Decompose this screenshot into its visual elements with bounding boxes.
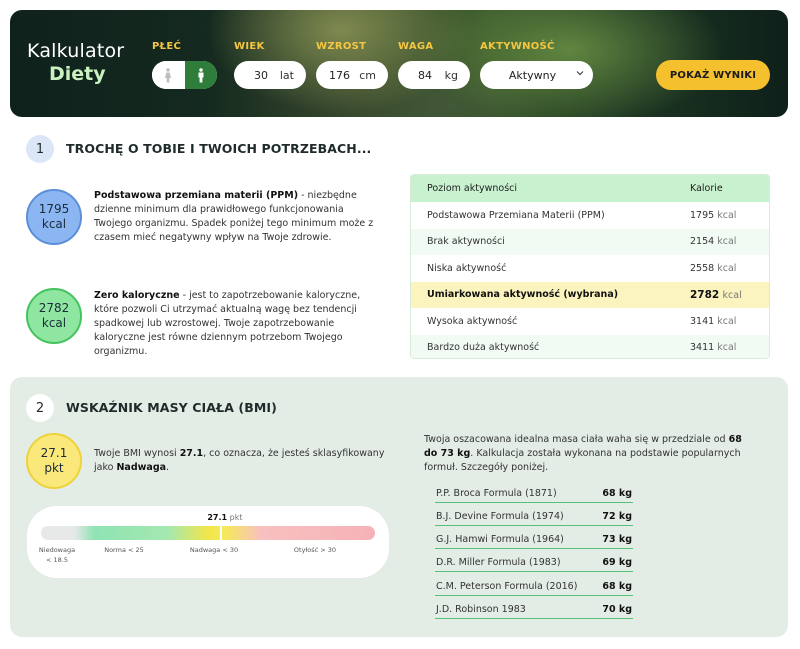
ppm-value: 1795 bbox=[38, 202, 70, 216]
age-input[interactable]: 30 lat bbox=[234, 61, 306, 89]
formula-name: D.R. Miller Formula (1983) bbox=[436, 557, 561, 568]
table-cell-value: 3411 kcal bbox=[690, 342, 737, 354]
show-results-button[interactable]: POKAŻ WYNIKI bbox=[656, 60, 770, 90]
weight-input[interactable]: 84 kg bbox=[398, 61, 470, 89]
formula-row: D.R. Miller Formula (1983) 69 kg bbox=[435, 551, 633, 572]
scale-label-overweight: Nadwaga < 30 bbox=[189, 546, 239, 554]
bmi-classification: Nadwaga bbox=[116, 462, 167, 473]
ideal-weight-description: Twoja oszacowana idealna masa ciała waha… bbox=[424, 434, 742, 473]
zero-calorie-term: Zero kaloryczne bbox=[94, 290, 180, 301]
formula-name: P.P. Broca Formula (1871) bbox=[436, 488, 557, 499]
formula-row: C.M. Peterson Formula (2016) 68 kg bbox=[435, 575, 633, 596]
formula-name: J.D. Robinson 1983 bbox=[436, 604, 526, 615]
zero-calorie-unit: kcal bbox=[41, 316, 67, 330]
formula-name: G.J. Hamwi Formula (1964) bbox=[436, 534, 564, 545]
ppm-description: Podstawowa przemiana materii (PPM) - nie… bbox=[94, 189, 384, 245]
bmi-scale-marker-label: 27.1 pkt bbox=[207, 513, 243, 522]
height-input[interactable]: 176 cm bbox=[316, 61, 388, 89]
bmi-scale-marker bbox=[220, 524, 223, 542]
table-cell-value: 2782 kcal bbox=[690, 288, 742, 301]
table-header-activity: Poziom aktywności bbox=[427, 183, 517, 194]
table-cell-label: Podstawowa Przemiana Materii (PPM) bbox=[427, 209, 605, 221]
table-row: Niska aktywność 2558 kcal bbox=[411, 255, 769, 282]
height-label: WZROST bbox=[316, 41, 367, 52]
table-cell-value: 3141 kcal bbox=[690, 315, 737, 327]
formula-value: 68 kg bbox=[602, 581, 632, 592]
formula-value: 68 kg bbox=[602, 488, 632, 499]
formula-value: 72 kg bbox=[602, 511, 632, 522]
table-row: Wysoka aktywność 3141 kcal bbox=[411, 308, 769, 335]
weight-unit: kg bbox=[444, 68, 458, 82]
female-icon bbox=[165, 67, 172, 82]
age-value: 30 bbox=[254, 68, 268, 82]
chevron-down-icon bbox=[576, 69, 584, 80]
ppm-unit: kcal bbox=[41, 217, 67, 231]
scale-label-underweight: Niedowaga < 18.5 bbox=[38, 546, 76, 564]
table-row: Bardzo duża aktywność 3411 kcal bbox=[411, 334, 769, 358]
formula-row: G.J. Hamwi Formula (1964) 73 kg bbox=[435, 528, 633, 549]
table-cell-label: Niska aktywność bbox=[427, 262, 507, 274]
bmi-scale-bar bbox=[41, 526, 375, 540]
table-row-selected: Umiarkowana aktywność (wybrana) 2782 kca… bbox=[411, 281, 769, 308]
scale-label-normal: Norma < 25 bbox=[104, 546, 144, 554]
weight-value: 84 bbox=[418, 68, 432, 82]
table-cell-value: 2558 kcal bbox=[690, 262, 737, 274]
formula-value: 69 kg bbox=[602, 557, 632, 568]
ppm-term: Podstawowa przemiana materii (PPM) bbox=[94, 190, 299, 201]
step-badge-2: 2 bbox=[26, 394, 54, 422]
gender-female-button[interactable] bbox=[152, 61, 185, 89]
table-cell-label: Wysoka aktywność bbox=[427, 315, 518, 327]
bmi-value: 27.1 bbox=[40, 446, 68, 460]
weight-label: WAGA bbox=[398, 41, 434, 52]
ppm-circle: 1795 kcal bbox=[26, 189, 82, 245]
height-value: 176 bbox=[329, 68, 350, 82]
table-row: Brak aktywności 2154 kcal bbox=[411, 228, 769, 255]
logo-line-1: Kalkulator bbox=[27, 40, 125, 62]
scale-label-obesity: Otyłość > 30 bbox=[293, 546, 337, 554]
activity-selected-value: Aktywny bbox=[508, 68, 557, 82]
bmi-description: Twoje BMI wynosi 27.1, co oznacza, że je… bbox=[94, 448, 385, 473]
gender-male-button[interactable] bbox=[184, 61, 217, 89]
bmi-circle: 27.1 pkt bbox=[26, 433, 82, 489]
gender-toggle bbox=[152, 61, 217, 89]
logo-line-2: Diety bbox=[49, 63, 106, 85]
table-header-calories: Kalorie bbox=[690, 183, 723, 194]
table-row: Podstawowa Przemiana Materii (PPM) 1795 … bbox=[411, 202, 769, 229]
formula-value: 73 kg bbox=[602, 534, 632, 545]
zero-calorie-value: 2782 bbox=[38, 301, 70, 315]
age-unit: lat bbox=[279, 68, 294, 82]
table-cell-value: 1795 kcal bbox=[690, 209, 737, 221]
formula-row: J.D. Robinson 1983 70 kg bbox=[435, 598, 633, 619]
formula-name: C.M. Peterson Formula (2016) bbox=[436, 581, 578, 592]
table-cell-value: 2154 kcal bbox=[690, 236, 737, 248]
section-2-title: WSKAŹNIK MASY CIAŁA (BMI) bbox=[66, 400, 277, 415]
formula-name: B.J. Devine Formula (1974) bbox=[436, 511, 564, 522]
formula-value: 70 kg bbox=[602, 604, 632, 615]
bmi-unit: pkt bbox=[44, 461, 64, 475]
formula-row: B.J. Devine Formula (1974) 72 kg bbox=[435, 505, 633, 526]
male-icon bbox=[198, 67, 204, 82]
height-unit: cm bbox=[359, 68, 376, 82]
logo: Kalkulator Diety bbox=[27, 40, 124, 86]
activity-label: AKTYWNOŚĆ bbox=[480, 41, 555, 52]
step-badge-1: 1 bbox=[26, 135, 54, 163]
calculator-header: Kalkulator Diety PŁEĆ WIEK WZROST WAGA A… bbox=[10, 10, 788, 117]
activity-calorie-table: Poziom aktywności Kalorie Podstawowa Prz… bbox=[410, 174, 770, 359]
section-1-title: TROCHĘ O TOBIE I TWOICH POTRZEBACH... bbox=[66, 141, 372, 156]
zero-calorie-description: Zero kaloryczne - jest to zapotrzebowani… bbox=[94, 289, 384, 359]
table-cell-label: Bardzo duża aktywność bbox=[427, 342, 540, 354]
table-header-row: Poziom aktywności Kalorie bbox=[411, 175, 769, 202]
gender-label: PŁEĆ bbox=[152, 41, 182, 52]
zero-calorie-circle: 2782 kcal bbox=[26, 288, 82, 344]
bmi-scale: 27.1 pkt Niedowaga < 18.5 Norma < 25 Nad… bbox=[27, 506, 389, 578]
table-cell-label: Umiarkowana aktywność (wybrana) bbox=[427, 289, 619, 301]
table-cell-label: Brak aktywności bbox=[427, 236, 505, 248]
formula-row: P.P. Broca Formula (1871) 68 kg bbox=[435, 482, 633, 503]
age-label: WIEK bbox=[234, 41, 265, 52]
bmi-inline-value: 27.1 bbox=[179, 448, 204, 459]
activity-select[interactable]: Aktywny bbox=[480, 61, 593, 89]
